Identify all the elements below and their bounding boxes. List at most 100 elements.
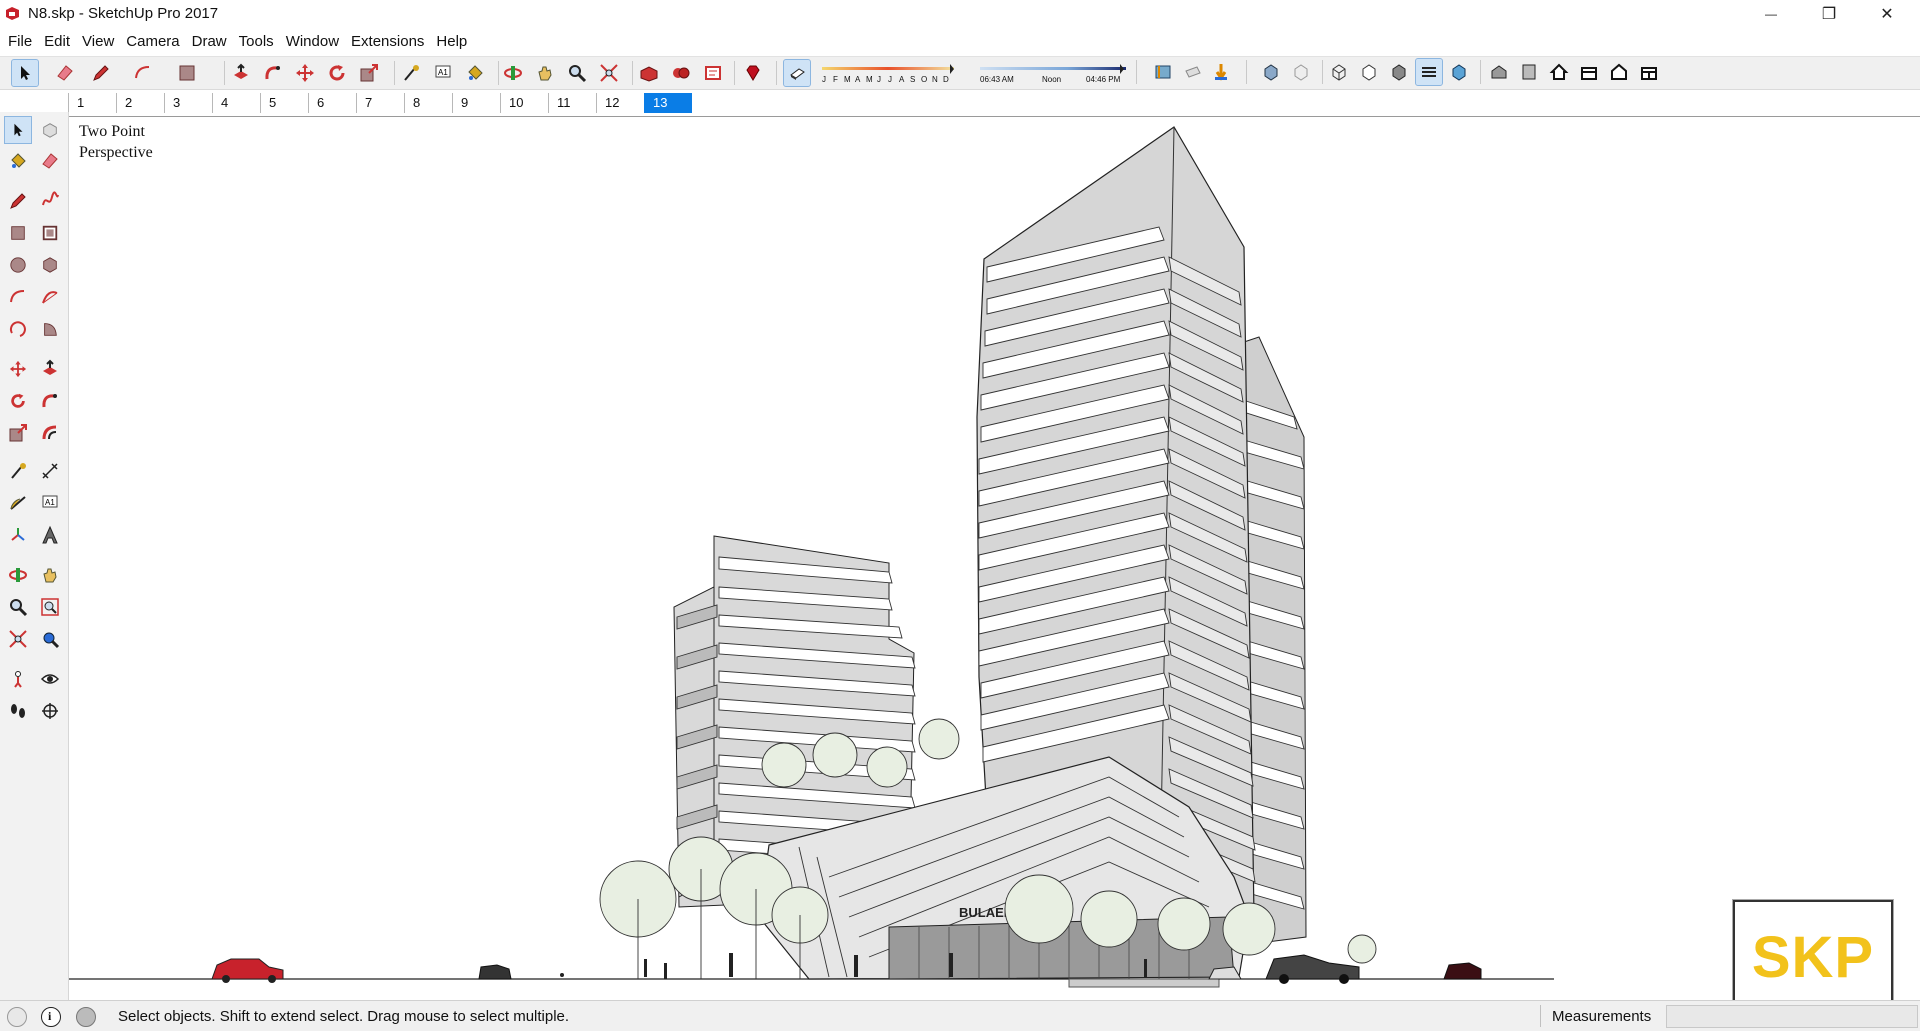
two-point-arc-tool[interactable] xyxy=(37,284,63,310)
scene-tab[interactable]: 1 xyxy=(68,93,116,113)
polygon-tool[interactable] xyxy=(37,252,63,278)
orbit-tool-button[interactable] xyxy=(500,60,526,86)
walk-tool[interactable] xyxy=(5,698,31,724)
section-cut-button[interactable] xyxy=(1208,59,1234,85)
select-tool[interactable] xyxy=(4,116,32,144)
right-view-button[interactable] xyxy=(1576,59,1602,85)
iso-view-button[interactable] xyxy=(1486,59,1512,85)
eraser-tool[interactable] xyxy=(37,148,63,174)
pencil-tool-button[interactable] xyxy=(88,60,114,86)
scene-tab[interactable]: 4 xyxy=(212,93,260,113)
zoom-window-tool[interactable] xyxy=(37,594,63,620)
three-point-arc-tool[interactable] xyxy=(5,316,31,342)
tape-measure-tool[interactable] xyxy=(5,458,31,484)
geo-location-icon[interactable] xyxy=(7,1007,27,1027)
scene-tab[interactable]: 10 xyxy=(500,93,548,113)
date-slider[interactable] xyxy=(822,64,954,74)
previous-view-tool[interactable] xyxy=(37,626,63,652)
back-edges-button[interactable] xyxy=(1288,59,1314,85)
follow-me-tool-button[interactable] xyxy=(260,60,286,86)
zoom-tool[interactable] xyxy=(5,594,31,620)
scene-tab-selected[interactable]: 13 xyxy=(644,93,692,113)
menu-camera[interactable]: Camera xyxy=(120,33,185,50)
freehand-tool[interactable] xyxy=(37,188,63,214)
menu-file[interactable]: File xyxy=(2,33,38,50)
pan-tool-button[interactable] xyxy=(532,60,558,86)
menu-window[interactable]: Window xyxy=(280,33,345,50)
shaded-button[interactable] xyxy=(1386,59,1412,85)
menu-extensions[interactable]: Extensions xyxy=(345,33,430,50)
extension-warehouse-button[interactable] xyxy=(668,60,694,86)
orbit-tool[interactable] xyxy=(5,562,31,588)
text-tool[interactable]: A1 xyxy=(37,490,63,516)
push-pull-tool-button[interactable] xyxy=(228,60,254,86)
push-pull-tool[interactable] xyxy=(37,356,63,382)
rotated-rectangle-tool[interactable] xyxy=(37,220,63,246)
shadow-toggle-button[interactable] xyxy=(783,59,811,87)
pie-tool[interactable] xyxy=(37,316,63,342)
menu-view[interactable]: View xyxy=(76,33,120,50)
sketchup-app-icon[interactable] xyxy=(5,6,20,21)
tape-measure-tool-button[interactable] xyxy=(398,60,424,86)
scene-tab[interactable]: 9 xyxy=(452,93,500,113)
hidden-line-button[interactable] xyxy=(1356,59,1382,85)
rectangle-tool[interactable] xyxy=(5,220,31,246)
rotate-tool[interactable] xyxy=(5,388,31,414)
component-tool[interactable] xyxy=(37,117,63,143)
move-tool[interactable] xyxy=(5,356,31,382)
follow-me-tool[interactable] xyxy=(37,388,63,414)
top-view-button[interactable] xyxy=(1516,59,1542,85)
layout-button[interactable] xyxy=(700,60,726,86)
front-view-button[interactable] xyxy=(1546,59,1572,85)
arc-tool-button[interactable] xyxy=(130,60,156,86)
minimize-button[interactable]: — xyxy=(1742,0,1800,28)
menu-edit[interactable]: Edit xyxy=(38,33,76,50)
dimension-tool[interactable] xyxy=(37,458,63,484)
scene-tab[interactable]: 8 xyxy=(404,93,452,113)
section-plane-tool[interactable] xyxy=(37,698,63,724)
scale-tool-button[interactable] xyxy=(356,60,382,86)
back-view-button[interactable] xyxy=(1606,59,1632,85)
section-plane-button[interactable] xyxy=(1150,59,1176,85)
scene-tab[interactable]: 3 xyxy=(164,93,212,113)
scene-tab[interactable]: 12 xyxy=(596,93,644,113)
pan-tool[interactable] xyxy=(37,562,63,588)
warehouse-button[interactable] xyxy=(636,60,662,86)
xray-button[interactable] xyxy=(1258,59,1284,85)
shape-tool-button[interactable] xyxy=(174,60,200,86)
left-view-button[interactable] xyxy=(1636,59,1662,85)
select-tool-button[interactable] xyxy=(11,59,39,87)
zoom-extents-tool-button[interactable] xyxy=(596,60,622,86)
monochrome-button[interactable] xyxy=(1446,59,1472,85)
time-slider[interactable] xyxy=(980,64,1126,74)
axes-tool[interactable] xyxy=(5,522,31,548)
scene-tab[interactable]: 2 xyxy=(116,93,164,113)
user-account-icon[interactable] xyxy=(76,1007,96,1027)
position-camera-tool[interactable] xyxy=(5,666,31,692)
zoom-tool-button[interactable] xyxy=(564,60,590,86)
ruby-console-button[interactable] xyxy=(740,60,766,86)
3d-text-tool[interactable] xyxy=(37,522,63,548)
restore-button[interactable]: ❐ xyxy=(1800,0,1858,28)
modeling-viewport[interactable]: Two Point Perspective BULAERA xyxy=(69,116,1920,1009)
scene-tab[interactable]: 7 xyxy=(356,93,404,113)
menu-help[interactable]: Help xyxy=(430,33,473,50)
circle-tool[interactable] xyxy=(5,252,31,278)
eraser-tool-button[interactable] xyxy=(52,60,78,86)
rotate-tool-button[interactable] xyxy=(324,60,350,86)
close-button[interactable]: ✕ xyxy=(1858,0,1916,28)
offset-tool[interactable] xyxy=(37,420,63,446)
measurements-input[interactable] xyxy=(1666,1005,1918,1028)
text-tool-button[interactable]: A1 xyxy=(430,60,456,86)
line-tool[interactable] xyxy=(5,188,31,214)
move-tool-button[interactable] xyxy=(292,60,318,86)
menu-draw[interactable]: Draw xyxy=(186,33,233,50)
look-around-tool[interactable] xyxy=(37,666,63,692)
zoom-extents-tool[interactable] xyxy=(5,626,31,652)
info-icon[interactable]: i xyxy=(41,1007,61,1027)
scene-tab[interactable]: 11 xyxy=(548,93,596,113)
shaded-textures-button[interactable] xyxy=(1415,58,1443,86)
scale-tool[interactable] xyxy=(5,420,31,446)
section-display-button[interactable] xyxy=(1180,59,1206,85)
arc-tool[interactable] xyxy=(5,284,31,310)
